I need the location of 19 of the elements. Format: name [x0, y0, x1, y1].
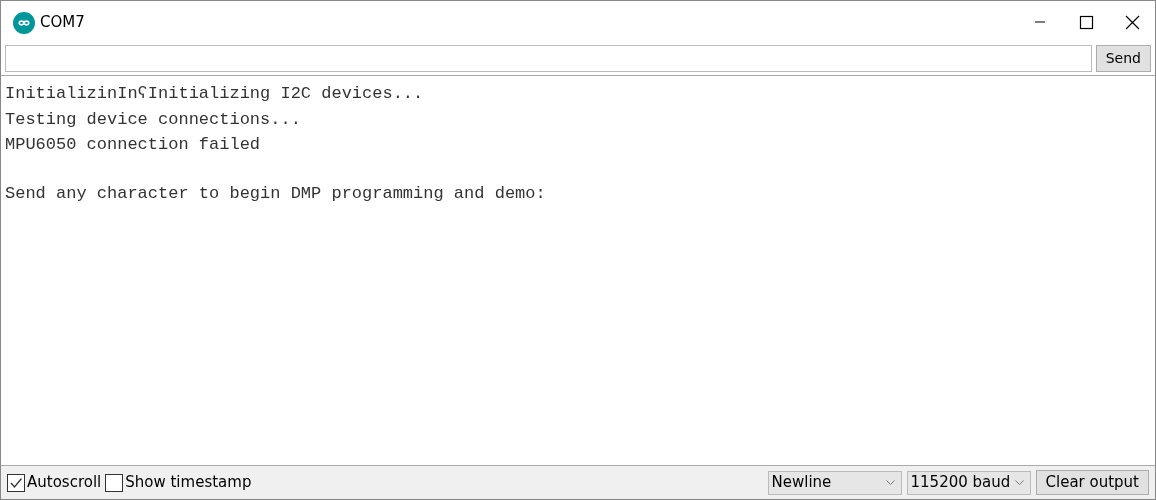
- caret-icon: [885, 479, 895, 486]
- maximize-icon[interactable]: [1077, 14, 1095, 31]
- app-logo-icon: [13, 11, 35, 34]
- checkbox[interactable]: [7, 473, 25, 492]
- dropdown[interactable]: 115200 baud: [906, 470, 1031, 495]
- close-icon[interactable]: [1123, 14, 1141, 31]
- send-button[interactable]: Send: [1095, 45, 1151, 72]
- message-input-field[interactable]: [5, 45, 1092, 72]
- caret-icon: [1014, 479, 1024, 486]
- output-line: InitializinInʕInitializing I2C devices...: [5, 83, 424, 105]
- output-line: MPU6050 connection failed: [5, 134, 261, 156]
- window-title: COM7: [40, 12, 85, 34]
- clear-output-button[interactable]: Clear output: [1035, 470, 1149, 495]
- output-line: Send any character to begin DMP programming and demo:: [5, 182, 546, 205]
- output-line: Testing device connections...: [5, 108, 301, 131]
- checkbox[interactable]: [105, 473, 124, 492]
- checkbox-label: Autoscroll: [27, 472, 102, 494]
- dropdown[interactable]: Newline: [767, 470, 902, 495]
- checkbox-label: Show timestamp: [125, 472, 252, 494]
